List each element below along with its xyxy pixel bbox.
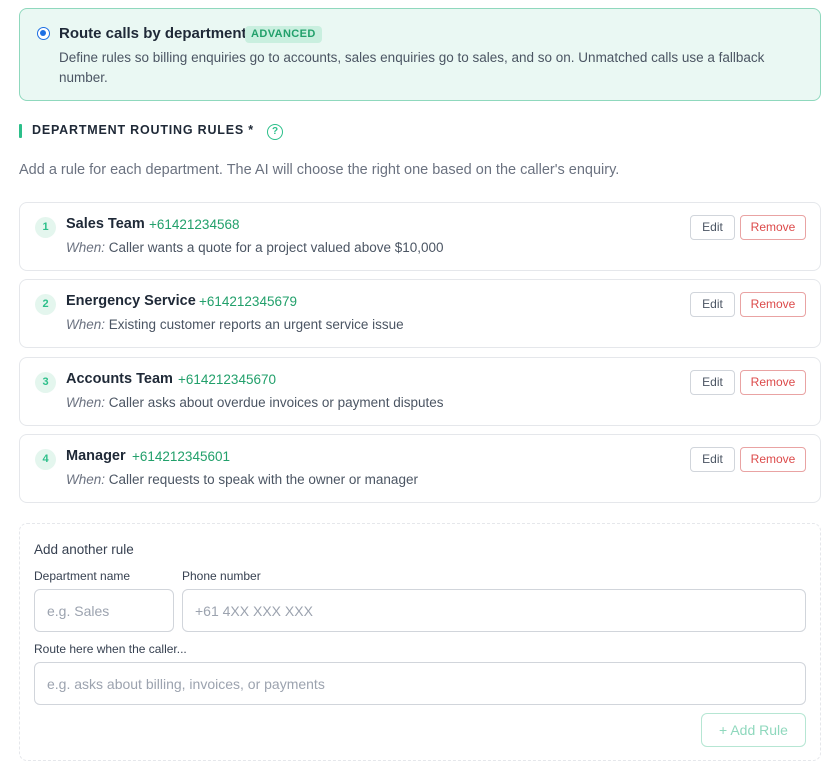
radio-selected-icon[interactable]	[37, 27, 50, 40]
rule-department-name: Sales Team	[66, 216, 145, 232]
edit-rule-button[interactable]: Edit	[690, 370, 735, 395]
rule-condition-text: Caller requests to speak with the owner …	[108, 472, 418, 487]
rule-when-label: When:	[66, 472, 106, 487]
remove-rule-button[interactable]: Remove	[740, 447, 806, 472]
rule-department-name: Accounts Team	[66, 371, 173, 387]
rule-card: 4 Manager +614212345601 When: Caller req…	[19, 434, 821, 503]
rule-department-name: Manager	[66, 448, 126, 464]
rule-when-label: When:	[66, 240, 106, 255]
rule-number: 3	[35, 372, 56, 393]
remove-rule-button[interactable]: Remove	[740, 215, 806, 240]
rule-condition-text: Caller asks about overdue invoices or pa…	[108, 395, 444, 410]
option-title: Route calls by department	[59, 25, 247, 42]
phone-number-label: Phone number	[182, 569, 261, 583]
rule-condition: When: Existing customer reports an urgen…	[66, 317, 404, 332]
rule-card: 1 Sales Team +61421234568 When: Caller w…	[19, 202, 821, 271]
phone-number-input[interactable]	[182, 589, 806, 632]
rule-department-name: Energency Service	[66, 293, 196, 309]
rule-when-label: When:	[66, 317, 106, 332]
help-icon[interactable]: ?	[267, 124, 283, 140]
department-name-label: Department name	[34, 569, 131, 583]
rule-number: 2	[35, 294, 56, 315]
advanced-badge: ADVANCED	[245, 26, 322, 43]
edit-rule-button[interactable]: Edit	[690, 215, 735, 240]
rule-condition: When: Caller wants a quote for a project…	[66, 240, 444, 255]
section-accent-bar	[19, 124, 22, 138]
rule-number: 4	[35, 449, 56, 470]
condition-label: Route here when the caller...	[34, 642, 187, 656]
add-rule-form: Add another rule Department name Phone n…	[19, 523, 821, 761]
section-description: Add a rule for each department. The AI w…	[19, 162, 620, 178]
rule-phone-number: +61421234568	[149, 217, 240, 232]
rule-condition-text: Existing customer reports an urgent serv…	[108, 317, 404, 332]
remove-rule-button[interactable]: Remove	[740, 292, 806, 317]
add-rule-button[interactable]: + Add Rule	[701, 713, 806, 747]
rule-phone-number: +614212345670	[178, 372, 276, 387]
department-name-input[interactable]	[34, 589, 174, 632]
condition-input[interactable]	[34, 662, 806, 705]
rule-card: 3 Accounts Team +614212345670 When: Call…	[19, 357, 821, 426]
rule-phone-number: +614212345601	[132, 449, 230, 464]
add-rule-title: Add another rule	[34, 542, 134, 557]
rule-condition-text: Caller wants a quote for a project value…	[108, 240, 444, 255]
rule-condition: When: Caller asks about overdue invoices…	[66, 395, 443, 410]
rule-phone-number: +614212345679	[199, 294, 297, 309]
rule-number: 1	[35, 217, 56, 238]
remove-rule-button[interactable]: Remove	[740, 370, 806, 395]
route-by-department-option[interactable]: Route calls by department ADVANCED Defin…	[19, 8, 821, 101]
option-description: Define rules so billing enquiries go to …	[59, 50, 765, 85]
rule-when-label: When:	[66, 395, 106, 410]
section-title: DEPARTMENT ROUTING RULES *	[32, 123, 254, 137]
rule-condition: When: Caller requests to speak with the …	[66, 472, 418, 487]
edit-rule-button[interactable]: Edit	[690, 292, 735, 317]
edit-rule-button[interactable]: Edit	[690, 447, 735, 472]
rule-card: 2 Energency Service +614212345679 When: …	[19, 279, 821, 348]
